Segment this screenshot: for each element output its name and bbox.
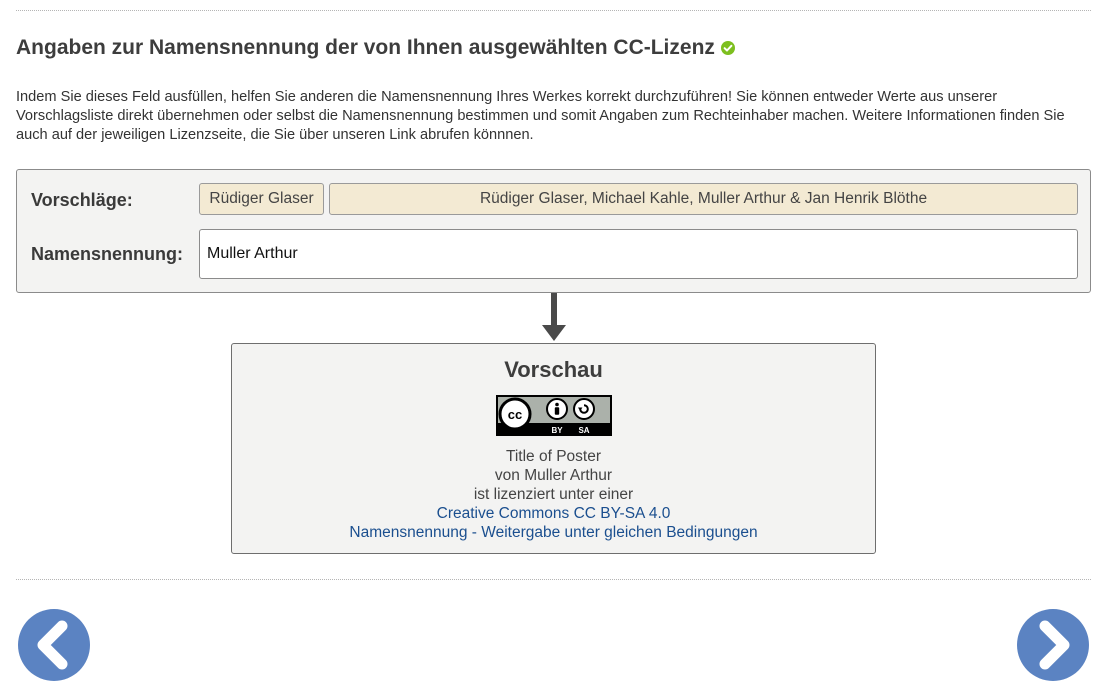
next-button[interactable] <box>1017 609 1089 681</box>
suggestion-chip-all-authors[interactable]: Rüdiger Glaser, Michael Kahle, Muller Ar… <box>329 183 1078 215</box>
previous-button[interactable] <box>18 609 90 681</box>
cc-by-sa-icon: cc BY SA <box>496 395 612 436</box>
check-circle-icon <box>720 41 735 55</box>
intro-text: Indem Sie dieses Feld ausfüllen, helfen … <box>16 89 1065 143</box>
license-link[interactable]: Creative Commons CC BY-SA 4.0 <box>232 504 875 523</box>
attribution-panel: Vorschläge: Rüdiger Glaser Rüdiger Glase… <box>16 169 1091 293</box>
attribution-label: Namensnennung: <box>31 244 184 264</box>
author-line: von Muller Arthur <box>494 467 613 484</box>
page-title: Angaben zur Namensnennung der von Ihnen … <box>16 36 735 60</box>
license-name-link[interactable]: Namensnennung - Weitergabe unter gleiche… <box>232 523 875 542</box>
preview-box: Vorschau cc BY SA Title of Poster von Mu… <box>231 343 876 554</box>
page-title-text: Angaben zur Namensnennung der von Ihnen … <box>16 36 715 59</box>
attribution-input[interactable] <box>199 229 1078 279</box>
badge-by-text: BY <box>551 426 563 435</box>
bottom-divider <box>16 579 1091 580</box>
suggestion-chip-single-author[interactable]: Rüdiger Glaser <box>199 183 324 215</box>
svg-text:cc: cc <box>508 407 522 422</box>
badge-sa-text: SA <box>578 426 589 435</box>
top-divider <box>16 10 1091 11</box>
arrow-down-icon <box>542 293 566 341</box>
licensed-line: ist lizenziert unter einer <box>473 486 634 503</box>
work-title: Title of Poster <box>505 448 602 465</box>
preview-title: Vorschau <box>504 357 603 382</box>
preview-attribution: Title of Poster von Muller Arthur ist li… <box>232 447 875 542</box>
suggestions-label: Vorschläge: <box>31 190 133 210</box>
